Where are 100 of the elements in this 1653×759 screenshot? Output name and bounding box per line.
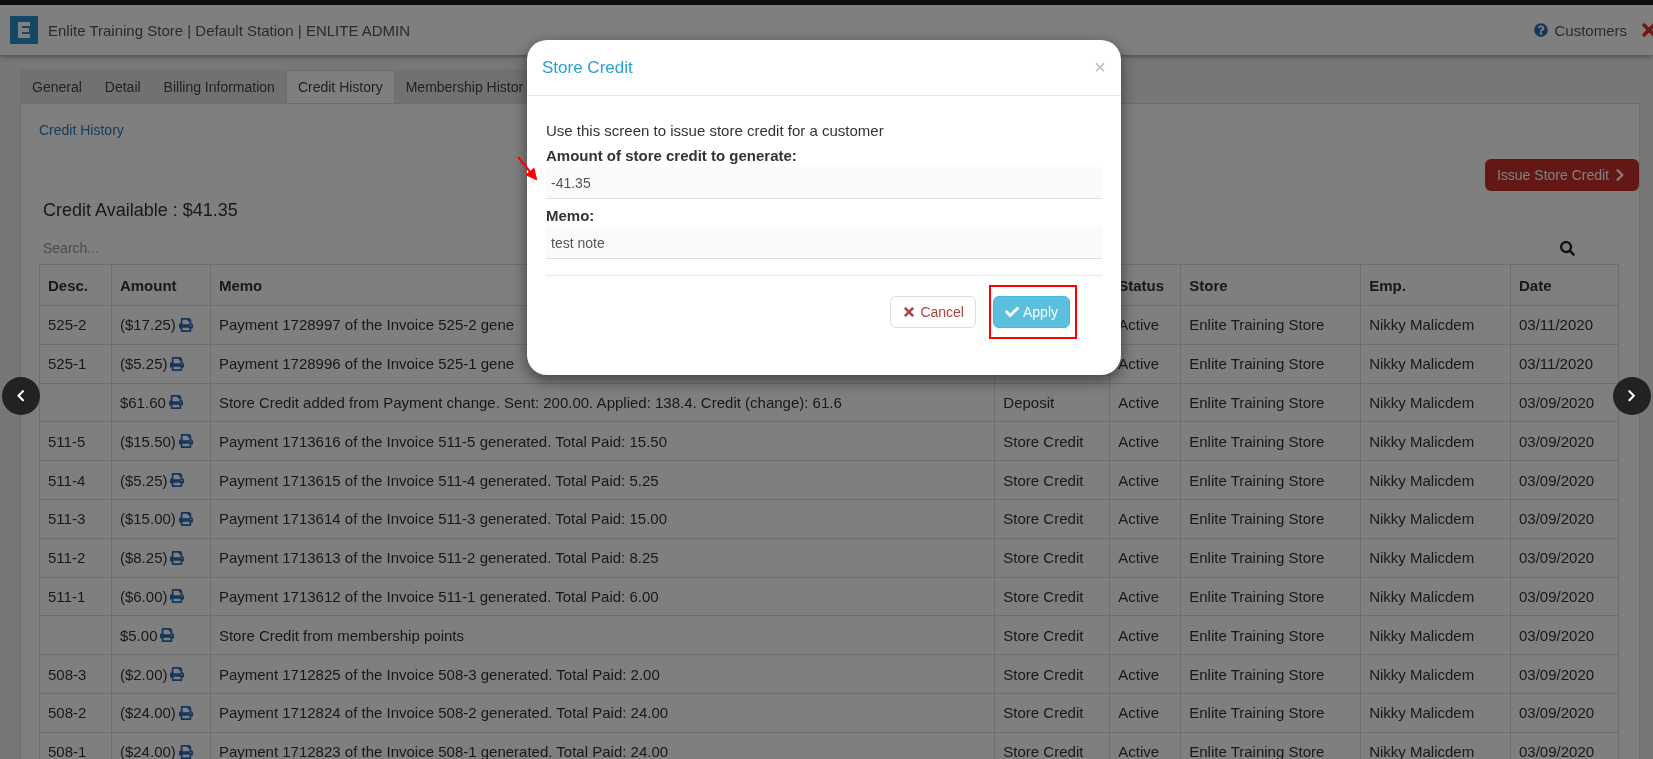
previous-button[interactable] bbox=[2, 377, 40, 415]
printer-icon[interactable] bbox=[168, 395, 183, 410]
amount-text: ($15.50) bbox=[119, 432, 176, 450]
table-cell: Enlite Training Store bbox=[1180, 654, 1361, 694]
search-icon[interactable] bbox=[1560, 240, 1575, 256]
table-cell: Active bbox=[1109, 421, 1181, 461]
table-cell: 508-1 bbox=[39, 732, 112, 759]
table-cell: 525-2 bbox=[39, 305, 112, 345]
table-cell: Enlite Training Store bbox=[1180, 577, 1361, 616]
printer-icon[interactable] bbox=[178, 744, 193, 759]
table-cell: Active bbox=[1109, 693, 1181, 733]
table-cell: Nikky Malicdem bbox=[1360, 654, 1511, 694]
amount-text: ($17.25) bbox=[119, 316, 176, 334]
table-cell: Nikky Malicdem bbox=[1360, 499, 1511, 539]
printer-icon[interactable] bbox=[160, 628, 175, 643]
table-cell: Deposit bbox=[994, 383, 1110, 422]
table-cell: Enlite Training Store bbox=[1180, 421, 1361, 461]
printer-icon[interactable] bbox=[170, 473, 185, 488]
table-cell: Active bbox=[1109, 499, 1181, 539]
table-cell: 525-1 bbox=[39, 344, 112, 384]
table-cell: Active bbox=[1109, 460, 1181, 500]
printer-icon[interactable] bbox=[170, 356, 185, 371]
printer-icon[interactable] bbox=[178, 511, 193, 526]
field-label: Memo: bbox=[546, 207, 596, 224]
column-header: Emp. bbox=[1360, 264, 1511, 306]
table-cell: 511-2 bbox=[39, 538, 112, 578]
printer-icon[interactable] bbox=[170, 667, 185, 682]
tab[interactable]: Billing Information bbox=[151, 70, 287, 103]
table-cell: 508-3 bbox=[39, 654, 112, 694]
table-cell: Active bbox=[1109, 615, 1181, 655]
table-cell: 03/09/2020 bbox=[1510, 460, 1619, 500]
table-cell: Store Credit added from Payment change. Sent: 200.00. Applied: 138.4. Credit (change): 61.6 bbox=[210, 383, 995, 422]
amount-text: ($5.25) bbox=[119, 355, 168, 373]
table-cell: 511-3 bbox=[39, 499, 112, 539]
table-cell: Store Credit bbox=[994, 460, 1110, 500]
issue-store-credit-button[interactable]: Issue Store Credit bbox=[1484, 159, 1639, 191]
printer-icon[interactable] bbox=[178, 434, 193, 449]
table-cell: Nikky Malicdem bbox=[1360, 538, 1511, 578]
amount-text: ($15.00) bbox=[119, 510, 176, 528]
printer-icon[interactable] bbox=[170, 589, 185, 604]
table-cell: Payment 1713616 of the Invoice 511-5 generated. Total Paid: 15.50 bbox=[210, 421, 995, 461]
amount-text: $5.00 bbox=[119, 626, 158, 644]
close-icon[interactable] bbox=[1639, 20, 1653, 40]
help-icon[interactable] bbox=[1534, 23, 1549, 37]
column-header: Amount bbox=[111, 264, 211, 306]
table-cell: 511-1 bbox=[39, 577, 112, 616]
table-cell: Nikky Malicdem bbox=[1360, 305, 1511, 345]
cancel-button[interactable]: Cancel bbox=[890, 296, 976, 328]
apply-button[interactable]: Apply bbox=[992, 296, 1070, 328]
amount-text: ($6.00) bbox=[119, 587, 168, 605]
printer-icon[interactable] bbox=[170, 550, 185, 565]
table-cell: Nikky Malicdem bbox=[1360, 383, 1511, 422]
table-cell: Payment 1713613 of the Invoice 511-2 generated. Total Paid: 8.25 bbox=[210, 538, 995, 578]
credit-available: Credit Available : $41.35 bbox=[43, 200, 238, 221]
memo-field[interactable]: test note bbox=[546, 227, 1102, 259]
table-cell: 03/09/2020 bbox=[1510, 499, 1619, 539]
table-cell: Nikky Malicdem bbox=[1360, 460, 1511, 500]
dialog-title: Store Credit bbox=[542, 57, 633, 78]
amount-text: $61.60 bbox=[119, 394, 166, 411]
amount-field[interactable]: -41.35 bbox=[546, 167, 1102, 199]
field-label: Amount of store credit to generate: bbox=[546, 147, 798, 164]
table-cell: 03/09/2020 bbox=[1510, 421, 1619, 461]
table-cell: Nikky Malicdem bbox=[1360, 421, 1511, 461]
table-cell: Active bbox=[1109, 577, 1181, 616]
column-header: Date bbox=[1510, 264, 1619, 306]
table-cell: Nikky Malicdem bbox=[1360, 344, 1511, 384]
close-button[interactable]: × bbox=[1094, 56, 1106, 79]
table-cell: Enlite Training Store bbox=[1180, 305, 1361, 345]
amount-text: ($24.00) bbox=[119, 704, 176, 722]
window-title: Enlite Training Store | Default Station | ENLITE ADMIN bbox=[48, 21, 411, 39]
printer-icon[interactable] bbox=[178, 317, 193, 332]
breadcrumb-link[interactable]: Credit History bbox=[39, 122, 124, 138]
table-cell: Store Credit bbox=[994, 577, 1110, 616]
amount-text: ($8.25) bbox=[119, 549, 168, 567]
section-title: Customers bbox=[1554, 21, 1627, 39]
printer-icon[interactable] bbox=[178, 705, 193, 720]
table-cell: 03/11/2020 bbox=[1510, 344, 1619, 384]
table-cell: Enlite Training Store bbox=[1180, 615, 1361, 655]
table-cell: 03/11/2020 bbox=[1510, 305, 1619, 345]
table-cell: Active bbox=[1109, 383, 1181, 422]
amount-text: ($2.00) bbox=[119, 665, 168, 683]
tab[interactable]: General bbox=[20, 70, 94, 103]
table-cell: 03/09/2020 bbox=[1510, 577, 1619, 616]
table-cell: Payment 1713614 of the Invoice 511-3 generated. Total Paid: 15.00 bbox=[210, 499, 995, 539]
table-cell: Enlite Training Store bbox=[1180, 460, 1361, 500]
table-cell: Store Credit from membership points bbox=[210, 615, 995, 655]
table-cell: Enlite Training Store bbox=[1180, 693, 1361, 733]
table-cell: Store Credit bbox=[994, 421, 1110, 461]
table-cell: Payment 1713612 of the Invoice 511-1 generated. Total Paid: 6.00 bbox=[210, 577, 995, 616]
table-cell: 03/09/2020 bbox=[1510, 693, 1619, 733]
table-cell: Store Credit bbox=[994, 693, 1110, 733]
table-cell: 511-4 bbox=[39, 460, 112, 500]
tab[interactable]: Credit History bbox=[285, 70, 395, 103]
table-cell: Enlite Training Store bbox=[1180, 344, 1361, 384]
table-cell: Active bbox=[1109, 654, 1181, 694]
logo-icon bbox=[10, 16, 38, 44]
table-cell: 03/09/2020 bbox=[1510, 654, 1619, 694]
tab[interactable]: Detail bbox=[92, 70, 153, 103]
table-cell: Nikky Malicdem bbox=[1360, 615, 1511, 655]
table-cell: Payment 1712824 of the Invoice 508-2 generated. Total Paid: 24.00 bbox=[210, 693, 995, 733]
